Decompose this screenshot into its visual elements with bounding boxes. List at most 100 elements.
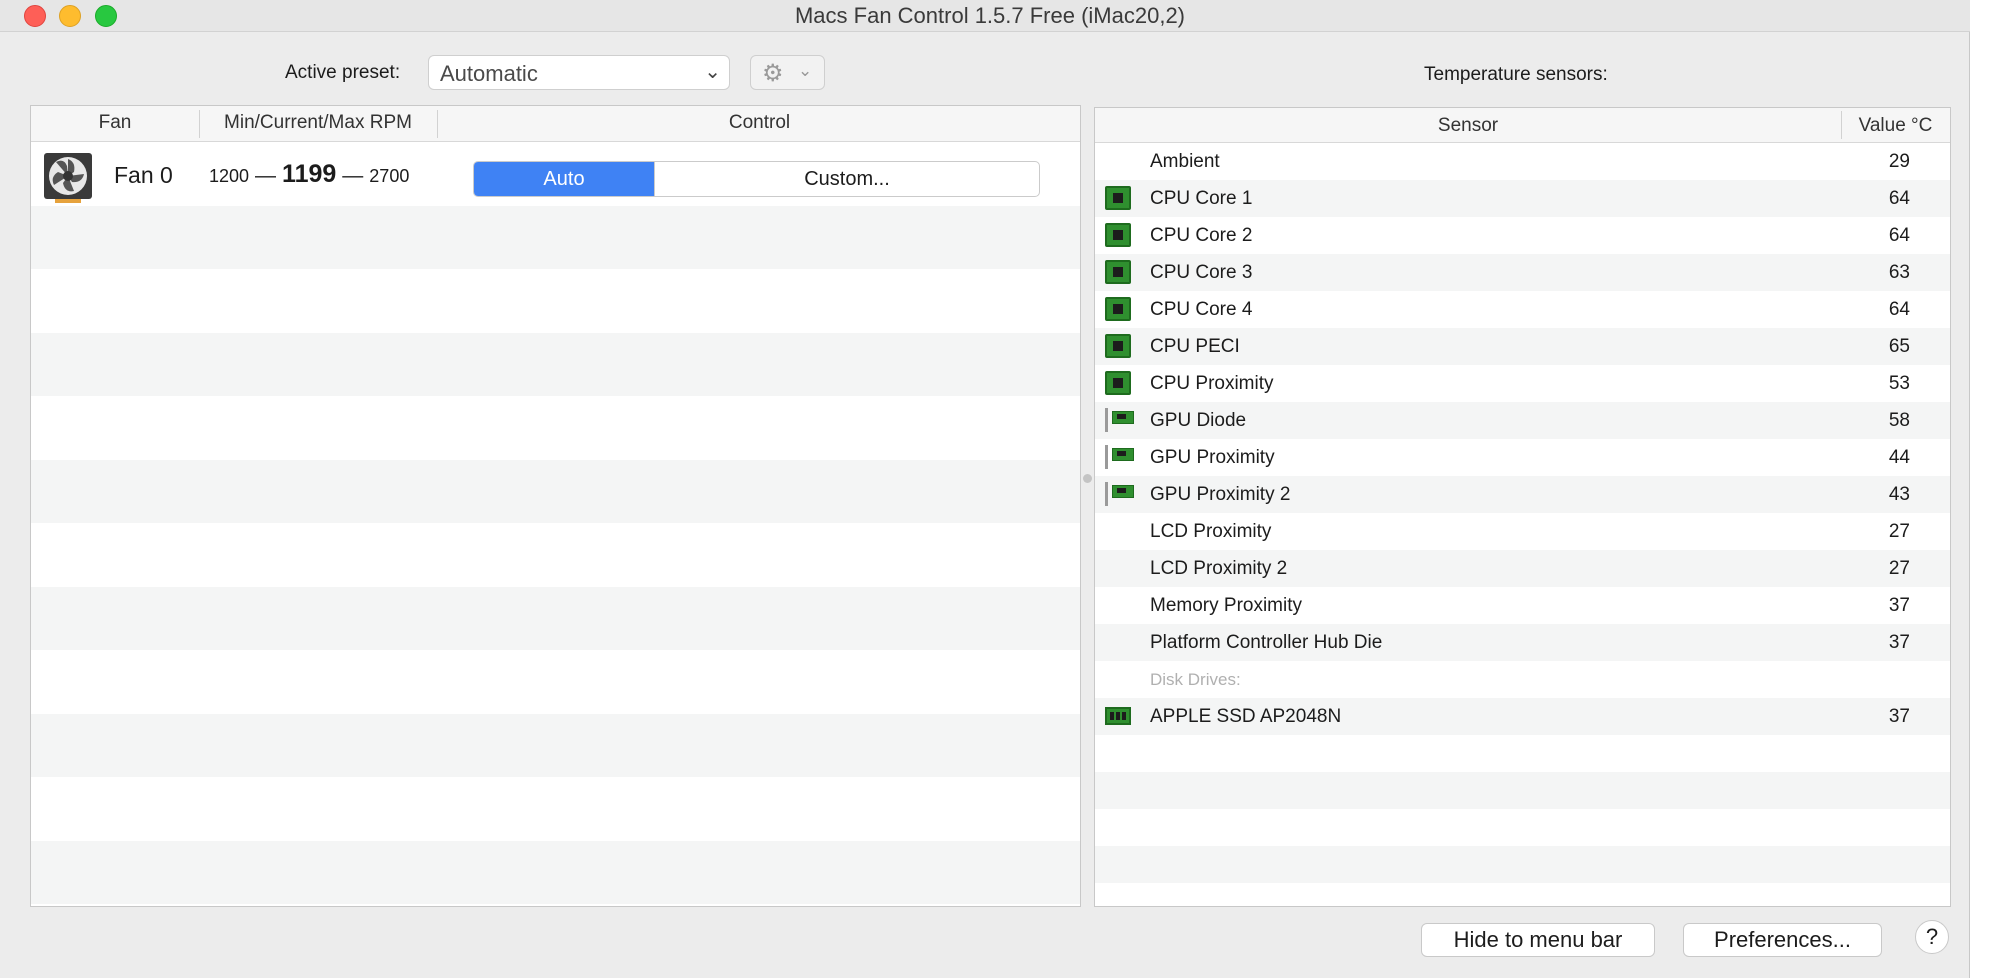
- rpm-separator: —: [255, 164, 277, 187]
- column-header-value[interactable]: Value °C: [1841, 115, 1950, 137]
- chevron-down-icon: ⌄: [704, 61, 721, 83]
- table-row: [1095, 883, 1950, 906]
- sensor-row[interactable]: CPU Core 2 64: [1095, 217, 1950, 254]
- table-row: [31, 586, 1080, 650]
- auto-control-button[interactable]: Auto: [474, 162, 654, 196]
- table-row: [1095, 846, 1950, 883]
- sensor-row[interactable]: CPU Core 3 63: [1095, 254, 1950, 291]
- active-preset-label: Active preset:: [285, 62, 401, 83]
- window-title: Macs Fan Control 1.5.7 Free (iMac20,2): [794, 3, 1186, 28]
- preset-settings-button[interactable]: ⚙ ⌄: [750, 55, 825, 90]
- sensor-value: 27: [1888, 521, 1910, 542]
- sensor-row[interactable]: Ambient 29: [1095, 143, 1950, 180]
- sensor-row[interactable]: Platform Controller Hub Die 37: [1095, 624, 1950, 661]
- sensor-row[interactable]: CPU Proximity 53: [1095, 365, 1950, 402]
- cpu-chip-icon: [1105, 371, 1131, 395]
- table-row: [1095, 809, 1950, 846]
- split-view-handle[interactable]: [1083, 474, 1092, 483]
- table-row: [1095, 735, 1950, 772]
- sensor-value: 65: [1888, 336, 1910, 357]
- table-row: [31, 840, 1080, 904]
- fan-row-fan-0[interactable]: Fan 0 1200—1199—2700 Auto Custom...: [31, 142, 1080, 205]
- sensor-row[interactable]: Memory Proximity 37: [1095, 587, 1950, 624]
- rpm-separator: —: [342, 164, 364, 187]
- sensor-row[interactable]: LCD Proximity 2 27: [1095, 550, 1950, 587]
- sensor-row[interactable]: CPU Core 1 64: [1095, 180, 1950, 217]
- table-row: [31, 523, 1080, 587]
- sensor-name: CPU Core 4: [1150, 299, 1253, 320]
- column-header-fan[interactable]: Fan: [31, 112, 199, 134]
- sensor-value: 44: [1888, 447, 1910, 468]
- table-row: [31, 332, 1080, 396]
- cpu-chip-icon: [1105, 223, 1131, 247]
- sensor-value: 43: [1888, 484, 1910, 505]
- sensor-name: GPU Proximity 2: [1150, 484, 1291, 505]
- sensor-row[interactable]: APPLE SSD AP2048N 37: [1095, 698, 1950, 735]
- gpu-card-icon: [1105, 482, 1134, 506]
- sensor-name: LCD Proximity 2: [1150, 558, 1288, 579]
- sensor-rows: Ambient 29 CPU Core 1 64 CPU Core 2 64 CPU …: [1095, 143, 1950, 906]
- column-header-rpm[interactable]: Min/Current/Max RPM: [199, 112, 437, 134]
- sensor-row[interactable]: GPU Proximity 2 43: [1095, 476, 1950, 513]
- sensor-name: CPU Core 2: [1150, 225, 1253, 246]
- fan-table-header: Fan Min/Current/Max RPM Control: [31, 106, 1080, 142]
- sensor-row[interactable]: GPU Proximity 44: [1095, 439, 1950, 476]
- gear-icon: ⚙: [762, 60, 784, 87]
- table-row: [31, 269, 1080, 333]
- table-row: [31, 650, 1080, 714]
- rpm-readout: 1200—1199—2700: [209, 160, 409, 189]
- sensor-value: 29: [1888, 151, 1910, 172]
- sensor-value: 64: [1888, 299, 1910, 320]
- sensor-value: 37: [1888, 595, 1910, 616]
- sensor-value: 37: [1888, 706, 1910, 727]
- temperature-sensors-caption: Temperature sensors:: [1424, 64, 1608, 85]
- sensor-value: 37: [1888, 632, 1910, 653]
- gpu-card-icon: [1105, 408, 1134, 432]
- column-header-sensor[interactable]: Sensor: [1095, 115, 1841, 137]
- sensor-table-header: Sensor Value °C: [1095, 108, 1950, 143]
- help-button[interactable]: ?: [1915, 920, 1949, 954]
- sensor-name: LCD Proximity: [1150, 521, 1272, 542]
- max-rpm: 2700: [369, 166, 410, 186]
- section-title: Disk Drives:: [1150, 670, 1241, 689]
- sensor-row[interactable]: CPU Core 4 64: [1095, 291, 1950, 328]
- sensor-name: APPLE SSD AP2048N: [1150, 706, 1342, 727]
- sensor-name: Platform Controller Hub Die: [1150, 632, 1383, 653]
- control-mode-segmented: Auto Custom...: [473, 161, 1040, 197]
- hide-to-menu-bar-button[interactable]: Hide to menu bar: [1421, 923, 1655, 957]
- sensor-value: 64: [1888, 225, 1910, 246]
- app-window: Macs Fan Control 1.5.7 Free (iMac20,2) A…: [0, 0, 1970, 978]
- cpu-chip-icon: [1105, 297, 1131, 321]
- ssd-drive-icon: [1105, 707, 1131, 725]
- column-header-control[interactable]: Control: [437, 112, 1080, 134]
- custom-control-button[interactable]: Custom...: [654, 162, 1039, 196]
- sensor-name: Memory Proximity: [1150, 595, 1303, 616]
- sensor-row[interactable]: CPU PECI 65: [1095, 328, 1950, 365]
- current-rpm: 1199: [282, 160, 337, 188]
- fan-rows-background: [31, 142, 1080, 904]
- sensor-name: GPU Diode: [1150, 410, 1247, 431]
- sensor-table: Sensor Value °C Ambient 29 CPU Core 1 64 C…: [1094, 107, 1951, 907]
- min-rpm: 1200: [209, 166, 250, 186]
- fan-icon: [44, 153, 92, 203]
- sensor-row[interactable]: GPU Diode 58: [1095, 402, 1950, 439]
- sensor-name: Ambient: [1150, 151, 1220, 172]
- sensor-name: CPU PECI: [1150, 336, 1240, 357]
- cpu-chip-icon: [1105, 186, 1131, 210]
- active-preset-value: Automatic: [440, 61, 538, 86]
- table-row: [31, 777, 1080, 841]
- sensor-name: GPU Proximity: [1150, 447, 1275, 468]
- fan-table: Fan Min/Current/Max RPM Control Fan 0 12…: [30, 105, 1081, 907]
- chevron-down-icon: ⌄: [798, 61, 813, 80]
- sensor-name: CPU Proximity: [1150, 373, 1274, 394]
- table-row: [31, 205, 1080, 269]
- sensor-name: CPU Core 1: [1150, 188, 1253, 209]
- table-row: [1095, 772, 1950, 809]
- sensor-value: 27: [1888, 558, 1910, 579]
- gpu-card-icon: [1105, 445, 1134, 469]
- sensor-row[interactable]: LCD Proximity 27: [1095, 513, 1950, 550]
- active-preset-select[interactable]: Automatic ⌄: [428, 55, 730, 90]
- title-bar: Macs Fan Control 1.5.7 Free (iMac20,2): [0, 0, 1970, 32]
- cpu-chip-icon: [1105, 260, 1131, 284]
- preferences-button[interactable]: Preferences...: [1683, 923, 1882, 957]
